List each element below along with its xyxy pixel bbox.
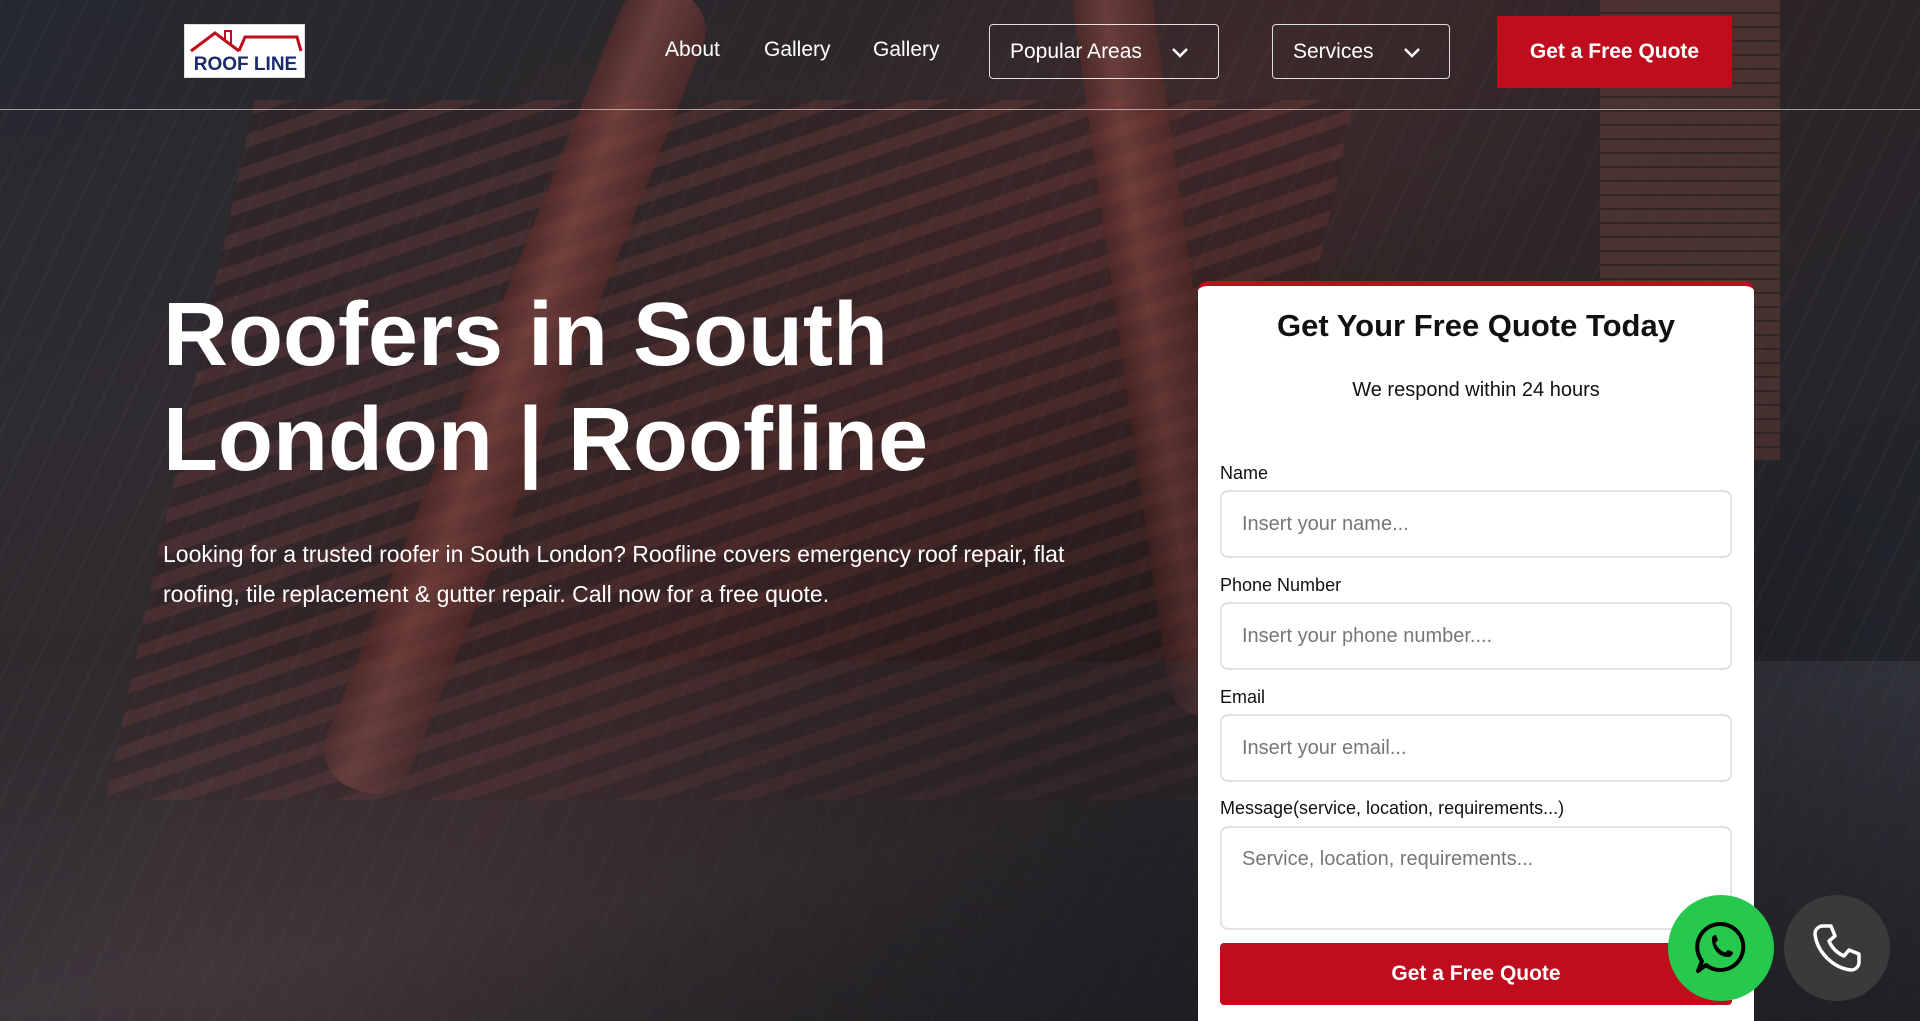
site-header: ROOF LINE About Gallery Gallery Popular … <box>0 0 1920 110</box>
call-button[interactable] <box>1784 895 1890 1001</box>
logo-text: ROOF LINE <box>193 54 298 75</box>
whatsapp-icon <box>1695 921 1746 973</box>
services-label: Services <box>1293 39 1374 63</box>
message-textarea[interactable] <box>1220 826 1732 930</box>
nav-services-dropdown[interactable]: Services <box>1272 24 1450 79</box>
name-input[interactable] <box>1220 490 1732 558</box>
nav-about[interactable]: About <box>665 38 720 62</box>
chevron-down-icon <box>1172 47 1188 58</box>
phone-input[interactable] <box>1220 602 1732 670</box>
form-subtitle: We respond within 24 hours <box>1352 379 1600 401</box>
nav-gallery[interactable]: Gallery <box>764 38 831 62</box>
phone-label: Phone Number <box>1220 575 1342 595</box>
header-free-quote-button[interactable]: Get a Free Quote <box>1497 16 1732 88</box>
email-input[interactable] <box>1220 714 1732 782</box>
roofline-logo[interactable]: ROOF LINE <box>184 24 305 78</box>
popular-areas-label: Popular Areas <box>1010 39 1142 63</box>
page-title-line-1: Roofers in South <box>163 285 888 385</box>
submit-quote-button[interactable]: Get a Free Quote <box>1220 943 1732 1005</box>
chevron-down-icon <box>1403 47 1420 58</box>
name-label: Name <box>1220 463 1269 483</box>
email-label: Email <box>1220 687 1266 707</box>
hero-description: Looking for a trusted roofer in South Lo… <box>163 541 1065 607</box>
page-title-line-2: London | Roofline <box>163 390 928 490</box>
quote-form: Get Your Free Quote Today We respond wit… <box>1198 281 1754 1021</box>
page-title: Roofers in South London | Roofline <box>163 283 1043 493</box>
nav-popular-areas-dropdown[interactable]: Popular Areas <box>989 24 1219 79</box>
form-title: Get Your Free Quote Today <box>1277 308 1675 343</box>
message-label: Message(service, location, requirements.… <box>1220 798 1565 818</box>
whatsapp-button[interactable] <box>1668 895 1774 1001</box>
nav-gallery-secondary[interactable]: Gallery <box>873 38 940 62</box>
phone-icon <box>1813 924 1861 972</box>
